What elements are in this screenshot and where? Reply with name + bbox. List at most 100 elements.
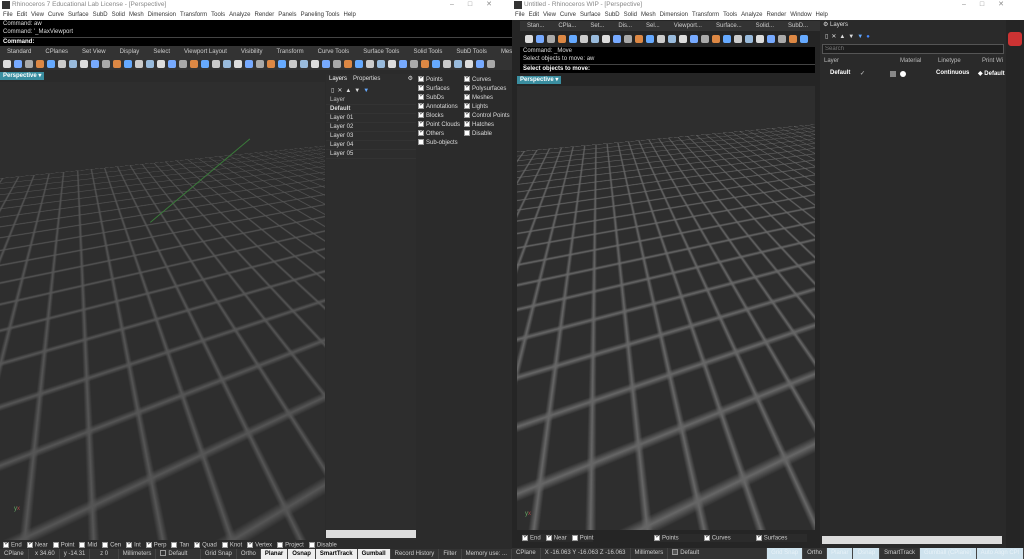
toolbar-tab[interactable]: Set... — [583, 23, 611, 29]
menu-item-panels[interactable]: Panels — [278, 12, 296, 18]
osnap-cen[interactable]: Cen — [102, 541, 121, 548]
toolbar-tool-icon[interactable] — [190, 60, 198, 68]
toolbar-tool-icon[interactable] — [102, 60, 110, 68]
toolbar-tool-icon[interactable] — [476, 60, 484, 68]
osnap-tan[interactable]: Tan — [171, 541, 189, 548]
toolbar-tool-icon[interactable] — [701, 35, 709, 43]
toolbar-tool-icon[interactable] — [14, 60, 22, 68]
help-icon[interactable]: ● — [866, 34, 873, 40]
horizontal-scrollbar[interactable] — [326, 530, 416, 538]
toolbar-tool-icon[interactable] — [234, 60, 242, 68]
status-button-auto-align-cpl[interactable]: Auto Align CPl — [976, 548, 1024, 559]
checkbox[interactable] — [418, 83, 424, 92]
toolbar-tool-icon[interactable] — [80, 60, 88, 68]
toolbar-tool-icon[interactable] — [635, 35, 643, 43]
perspective-viewport[interactable]: yx — [0, 82, 325, 540]
maximize-button[interactable]: □ — [980, 1, 998, 8]
osnap-int[interactable]: Int — [126, 540, 141, 548]
checkbox[interactable] — [418, 110, 424, 119]
status-button-grid-snap[interactable]: Grid Snap — [201, 549, 237, 559]
layer-row[interactable]: Layer 04 — [326, 141, 416, 150]
menu-item-file[interactable]: File — [3, 12, 13, 18]
toolbar-tool-icon[interactable] — [146, 60, 154, 68]
checkbox[interactable] — [464, 119, 470, 128]
toolbar-tab[interactable]: Viewport... — [667, 23, 709, 29]
toolbar-tool-icon[interactable] — [443, 60, 451, 68]
tab-properties[interactable]: Properties — [353, 74, 380, 84]
toolbar-tool-icon[interactable] — [800, 35, 808, 43]
toolbar-tab[interactable]: Visibility — [234, 49, 270, 55]
filter-icon[interactable]: ▼ — [363, 88, 372, 94]
toolbar-tab[interactable]: Dis... — [611, 23, 639, 29]
osnap-project[interactable]: Project — [277, 541, 304, 548]
layer-row[interactable]: Layer 02 — [326, 123, 416, 132]
toolbar-tool-icon[interactable] — [69, 60, 77, 68]
layer-search-input[interactable] — [822, 44, 1004, 54]
toolbar-tool-icon[interactable] — [366, 60, 374, 68]
toolbar-tool-icon[interactable] — [525, 35, 533, 43]
layers-panel-tab-icon[interactable] — [1008, 32, 1022, 46]
filter-others[interactable]: Others — [418, 128, 464, 139]
layer-row-default[interactable]: Default ✓ Continuous ◆ Default — [820, 70, 1006, 80]
status-button-gumball[interactable]: Gumball — [357, 549, 391, 559]
toolbar-tool-icon[interactable] — [558, 35, 566, 43]
toolbar-tool-icon[interactable] — [657, 35, 665, 43]
layer-row[interactable]: Default — [326, 105, 416, 114]
toolbar-tool-icon[interactable] — [591, 35, 599, 43]
toolbar-tool-icon[interactable] — [569, 35, 577, 43]
checkbox[interactable] — [418, 101, 424, 110]
status-button-planar[interactable]: Planar — [827, 548, 854, 559]
checkbox[interactable] — [464, 101, 470, 110]
toolbar-tool-icon[interactable] — [789, 35, 797, 43]
osnap-point[interactable]: Point — [52, 541, 74, 548]
toolbar-tool-icon[interactable] — [36, 60, 44, 68]
toolbar-tool-icon[interactable] — [602, 35, 610, 43]
checkbox[interactable] — [145, 540, 152, 548]
minimize-button[interactable]: – — [962, 1, 980, 8]
toolbar-tab[interactable]: Transform — [269, 49, 310, 55]
status-button-record-history[interactable]: Record History — [391, 549, 440, 559]
toolbar-tool-icon[interactable] — [646, 35, 654, 43]
osnap-knot[interactable]: Knot — [221, 541, 242, 548]
toolbar-tool-icon[interactable] — [734, 35, 742, 43]
filter-hatches[interactable]: Hatches — [464, 119, 512, 130]
window-controls[interactable]: –□✕ — [450, 0, 506, 10]
move-up-icon[interactable]: ▲ — [839, 34, 848, 40]
toolbar-tool-icon[interactable] — [212, 60, 220, 68]
toolbar-tool-icon[interactable] — [322, 60, 330, 68]
status-button-memory-use-[interactable]: Memory use: ... — [462, 549, 512, 559]
checkbox[interactable] — [418, 128, 424, 137]
menu-item-tools[interactable]: Tools — [211, 12, 225, 18]
toolbar-tool-icon[interactable] — [536, 35, 544, 43]
toolbar-tab[interactable]: SubD Tools — [449, 49, 494, 55]
checkbox[interactable] — [464, 74, 470, 83]
toolbar-tool-icon[interactable] — [278, 60, 286, 68]
checkbox[interactable] — [221, 541, 228, 548]
toolbar-tool-icon[interactable] — [421, 60, 429, 68]
menu-item-mesh[interactable]: Mesh — [129, 12, 144, 18]
status-button-ortho[interactable]: Ortho — [803, 548, 828, 559]
menu-item-render[interactable]: Render — [255, 12, 275, 18]
toolbar-tool-icon[interactable] — [668, 35, 676, 43]
menu-item-render[interactable]: Render — [767, 12, 787, 18]
checkbox[interactable] — [26, 540, 33, 548]
toolbar-tab[interactable]: Select — [146, 49, 177, 55]
toolbar-tab[interactable]: Viewport Layout — [177, 49, 234, 55]
toolbar-tool-icon[interactable] — [300, 60, 308, 68]
menu-item-surface[interactable]: Surface — [580, 12, 601, 18]
current-layer[interactable]: Default — [668, 548, 768, 559]
toolbar-tool-icon[interactable] — [624, 35, 632, 43]
menu-item-transform[interactable]: Transform — [180, 12, 207, 18]
osnap-quad[interactable]: Quad — [194, 540, 217, 548]
perspective-viewport[interactable]: yx — [517, 86, 815, 530]
viewport-tab-perspective[interactable]: Perspective ▾ — [0, 72, 45, 80]
toolbar-tab[interactable]: Surface Tools — [356, 49, 406, 55]
osnap-end[interactable]: End — [3, 540, 22, 548]
toolbar-tab[interactable]: CPlanes — [38, 49, 75, 55]
menu-item-analyze[interactable]: Analyze — [741, 12, 762, 18]
print-width[interactable]: ◆ Default — [978, 70, 1005, 77]
toolbar-tool-icon[interactable] — [157, 60, 165, 68]
toolbar-tab[interactable]: CPla... — [551, 23, 583, 29]
filter-subds[interactable]: SubDs — [418, 92, 464, 103]
toolbar-tool-icon[interactable] — [289, 60, 297, 68]
